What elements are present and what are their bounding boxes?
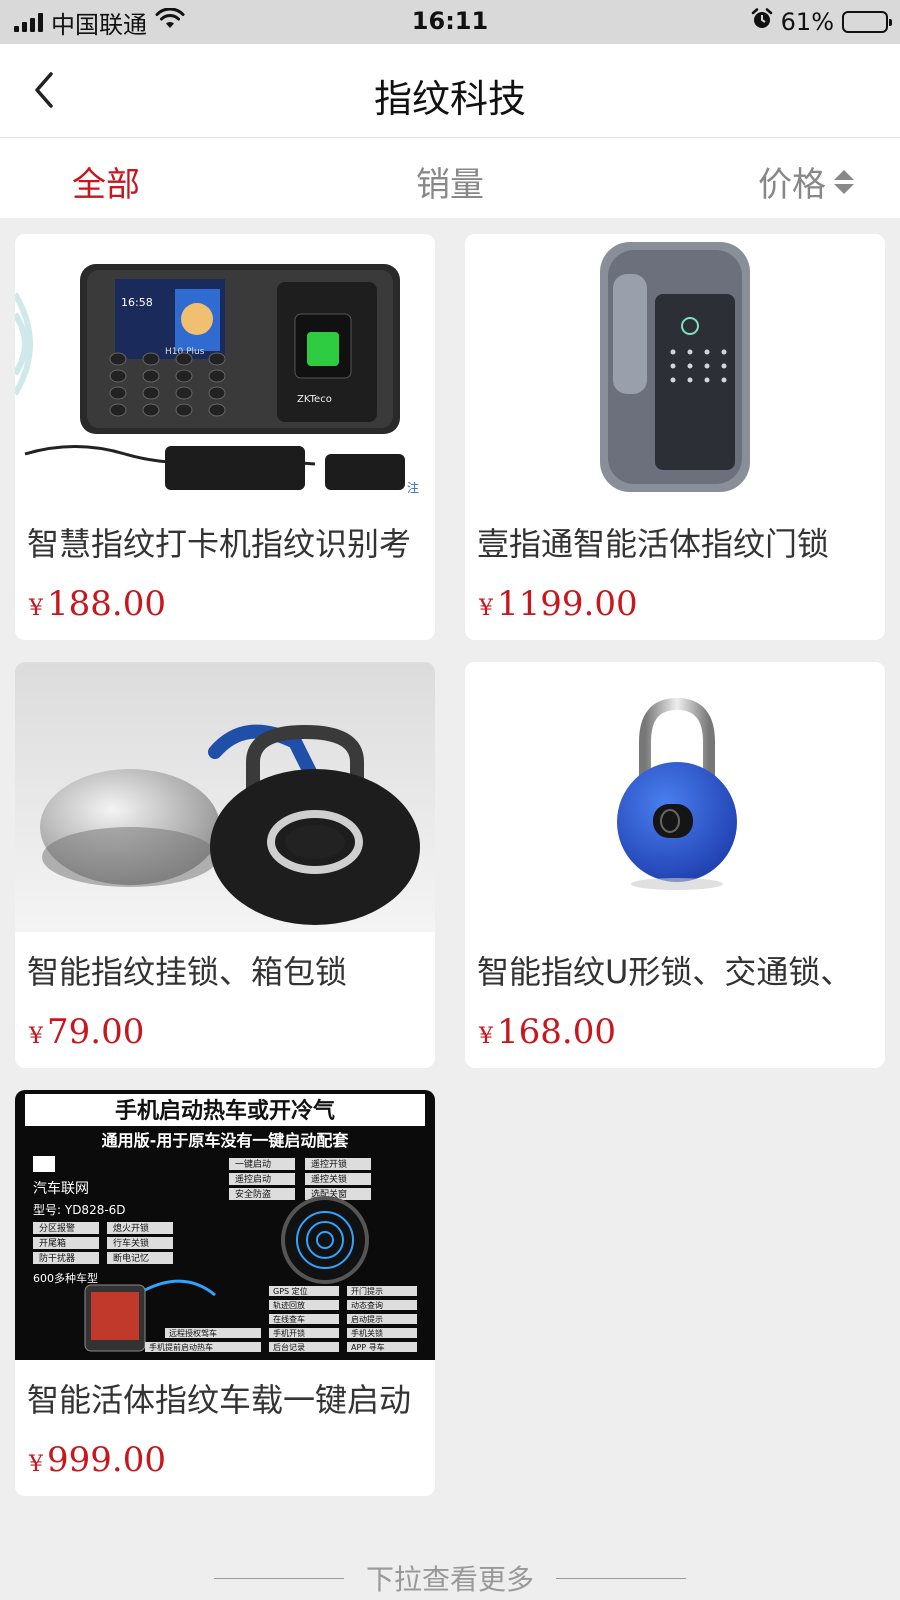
device-time-text: 16:58 — [121, 296, 153, 309]
poster-tag: 后台记录 — [273, 1342, 305, 1352]
currency-symbol: ¥ — [29, 1024, 43, 1049]
poster-tag: 安全防盗 — [235, 1188, 271, 1200]
product-title: 壹指通智能活体指纹门锁 — [477, 525, 830, 563]
price-value: 168.00 — [497, 1012, 616, 1052]
price-value: 188.00 — [47, 584, 166, 624]
alarm-icon — [751, 8, 773, 36]
poster-tag: 分区报警 — [39, 1222, 75, 1234]
poster-tag: 遥控关锁 — [311, 1173, 347, 1185]
load-more-hint: 下拉查看更多 — [0, 1558, 900, 1598]
image-note-text: 注 — [407, 480, 419, 495]
product-image: 16:58 H10 Plus ZKTeco 注 — [15, 234, 435, 504]
poster-tag: 动态查询 — [351, 1300, 383, 1310]
price-value: 1199.00 — [497, 584, 638, 624]
poster-tag: 开门提示 — [351, 1286, 383, 1296]
product-price: ¥188.00 — [15, 570, 435, 624]
product-price: ¥79.00 — [15, 998, 435, 1052]
load-more-label: 下拉查看更多 — [365, 1563, 534, 1596]
poster-tag: 手机开锁 — [273, 1328, 305, 1338]
currency-symbol: ¥ — [29, 596, 43, 621]
product-card[interactable]: 智能指纹U形锁、交通锁、 ¥168.00 — [465, 662, 885, 1068]
product-card[interactable]: 智能指纹挂锁、箱包锁 ¥79.00 — [15, 662, 435, 1068]
poster-tag: APP 寻车 — [351, 1342, 385, 1352]
product-image — [465, 234, 885, 504]
currency-symbol: ¥ — [479, 1024, 493, 1049]
product-title: 智慧指纹打卡机指纹识别考 — [27, 525, 412, 563]
poster-tag: 一键启动 — [235, 1158, 271, 1170]
poster-tag: 行车关锁 — [113, 1237, 149, 1249]
product-price: ¥168.00 — [465, 998, 885, 1052]
poster-cars: 600多种车型 — [33, 1271, 98, 1285]
page-title: 指纹科技 — [373, 77, 526, 121]
product-title: 智能指纹U形锁、交通锁、 — [477, 953, 853, 991]
battery-percent: 61% — [780, 8, 834, 36]
poster-tag: 遥控启动 — [235, 1173, 271, 1185]
poster-tag: 遥控开锁 — [311, 1158, 347, 1170]
divider — [213, 1577, 344, 1579]
product-card[interactable]: 手机启动热车或开冷气 通用版-用于原车没有一键启动配套 汽车联网 型号: YD8… — [15, 1090, 435, 1496]
currency-symbol: ¥ — [29, 1452, 43, 1477]
product-grid: 16:58 H10 Plus ZKTeco 注 智慧指纹打卡机指纹识别考 ¥18 — [15, 234, 885, 1496]
poster-model: 型号: YD828-6D — [33, 1203, 126, 1217]
product-price: ¥1199.00 — [465, 570, 885, 624]
divider — [556, 1577, 686, 1579]
product-card[interactable]: 壹指通智能活体指纹门锁 ¥1199.00 — [465, 234, 885, 640]
status-bar: 中国联通 16:11 61% — [0, 0, 900, 44]
poster-tag: 在线查车 — [273, 1314, 305, 1324]
tab-all[interactable]: 全部 — [72, 157, 140, 206]
poster-tag: GPS 定位 — [273, 1286, 308, 1296]
battery-icon — [842, 11, 892, 33]
poster-tag: 手机提前启动热车 — [149, 1342, 213, 1352]
product-card[interactable]: 16:58 H10 Plus ZKTeco 注 智慧指纹打卡机指纹识别考 ¥18 — [15, 234, 435, 640]
price-value: 79.00 — [47, 1012, 145, 1052]
poster-tag: 启动提示 — [351, 1314, 383, 1324]
tab-price[interactable]: 价格 — [758, 157, 854, 206]
product-image: 手机启动热车或开冷气 通用版-用于原车没有一键启动配套 汽车联网 型号: YD8… — [15, 1090, 435, 1360]
poster-tag: 开尾箱 — [39, 1237, 66, 1249]
poster-tag: 熄火开锁 — [113, 1222, 149, 1234]
poster-brand: 汽车联网 — [33, 1180, 89, 1197]
product-image — [15, 662, 435, 932]
poster-headline: 手机启动热车或开冷气 — [115, 1098, 335, 1124]
sort-icon — [834, 169, 854, 194]
product-title: 智能活体指纹车载一键启动 — [27, 1381, 412, 1419]
filter-bar: 全部 销量 价格 — [0, 138, 900, 218]
poster-tag: 轨迹回放 — [273, 1300, 305, 1310]
poster-tag: 防干扰器 — [39, 1252, 75, 1264]
price-value: 999.00 — [47, 1440, 166, 1480]
poster-tag: 断电记忆 — [113, 1252, 149, 1264]
poster-tag: 远程授权驾车 — [169, 1328, 217, 1338]
poster-tag: 手机关锁 — [351, 1328, 383, 1338]
currency-symbol: ¥ — [479, 596, 493, 621]
device-brand-text: ZKTeco — [297, 394, 332, 405]
nav-bar: 指纹科技 — [0, 44, 900, 138]
product-title: 智能指纹挂锁、箱包锁 — [27, 953, 348, 991]
tab-price-label: 价格 — [758, 165, 826, 205]
status-right: 61% — [751, 8, 892, 36]
product-price: ¥999.00 — [15, 1426, 435, 1480]
product-image — [465, 662, 885, 932]
tab-sales[interactable]: 销量 — [416, 157, 484, 206]
poster-subline: 通用版-用于原车没有一键启动配套 — [102, 1131, 350, 1150]
